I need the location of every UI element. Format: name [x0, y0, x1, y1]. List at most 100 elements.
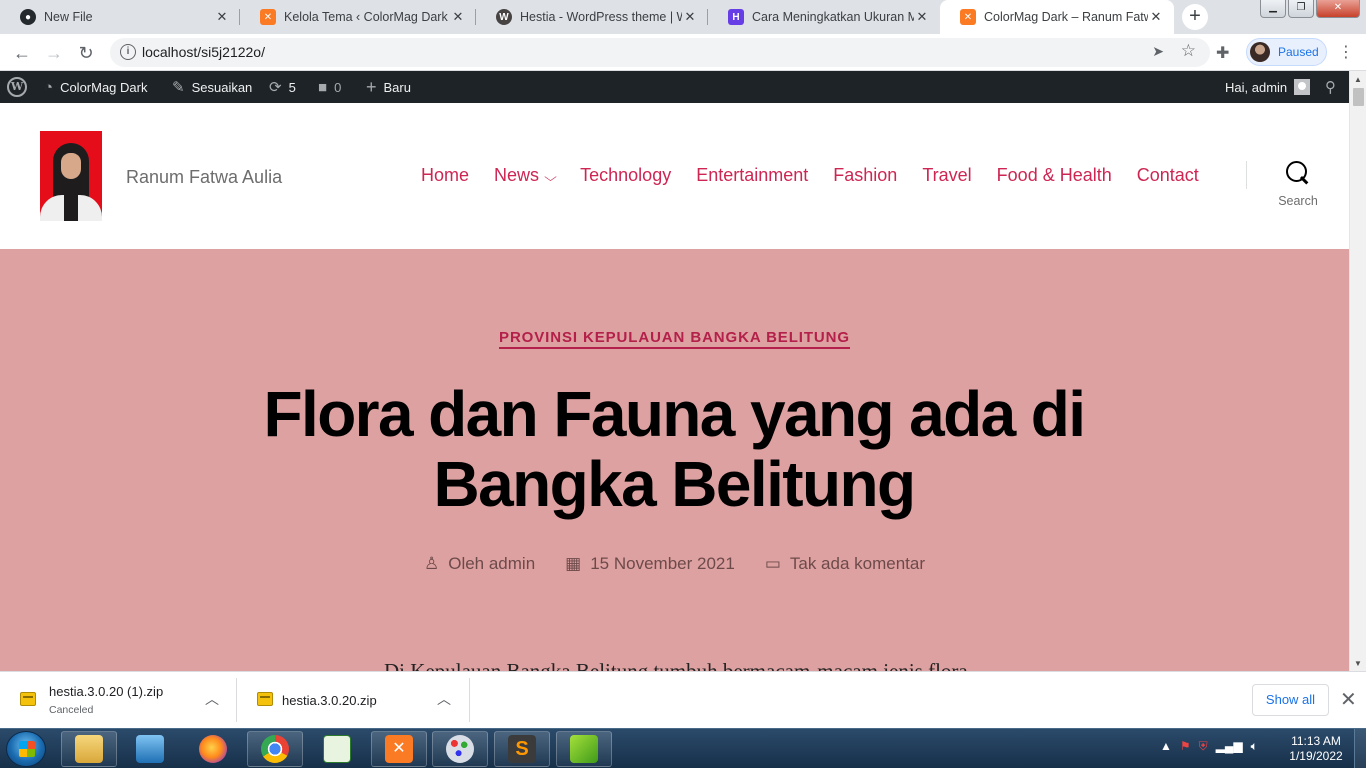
- nav-item-technology[interactable]: Technology: [580, 165, 671, 186]
- show-desktop-button[interactable]: [1354, 729, 1366, 768]
- close-window-button[interactable]: ✕: [1316, 0, 1360, 18]
- nav-item-fashion[interactable]: Fashion: [833, 165, 897, 186]
- nav-item-travel[interactable]: Travel: [922, 165, 971, 186]
- network-signal-icon[interactable]: ▂▄▆: [1216, 739, 1243, 754]
- nav-label: News: [494, 165, 540, 185]
- wp-logo-menu[interactable]: W: [7, 71, 27, 103]
- nav-label: Food & Health: [996, 165, 1112, 185]
- admin-new[interactable]: + Baru: [366, 71, 411, 103]
- profile-button[interactable]: Paused: [1246, 38, 1327, 66]
- site-info-icon[interactable]: i: [120, 44, 136, 60]
- taskbar-sublime-text[interactable]: S: [494, 731, 550, 767]
- admin-customize[interactable]: ✎ Sesuaikan: [172, 71, 252, 103]
- download-shelf: hestia.3.0.20 (1).zip Canceled ︿ hestia.…: [0, 671, 1366, 728]
- reload-button[interactable]: ↻: [74, 41, 98, 65]
- comments-count: 0: [334, 79, 342, 95]
- nav-item-entertainment[interactable]: Entertainment: [696, 165, 808, 186]
- tab-close-icon[interactable]: ✕: [1148, 9, 1164, 25]
- page-scrollbar[interactable]: ▲ ▼: [1349, 71, 1366, 671]
- windows-logo-icon: [19, 741, 35, 757]
- post-comments-link[interactable]: Tak ada komentar: [790, 554, 925, 574]
- xampp-icon: ✕: [385, 735, 413, 763]
- tab-title: ColorMag Dark – Ranum Fatwa: [984, 10, 1148, 24]
- site-logo[interactable]: [40, 131, 102, 221]
- hostinger-icon: H: [728, 9, 744, 25]
- download-item[interactable]: hestia.3.0.20 (1).zip Canceled ︿: [0, 672, 237, 728]
- tab-new-file[interactable]: ● New File ✕: [0, 0, 240, 34]
- admin-site-name[interactable]: ◔ ColorMag Dark: [44, 71, 147, 103]
- system-tray: ▲ ⚑ ⛨ ▂▄▆ 🔈︎: [1160, 739, 1258, 754]
- plus-icon: +: [366, 76, 377, 97]
- taskbar-network-app[interactable]: [309, 731, 365, 767]
- tab-colormag-dark[interactable]: ✕ ColorMag Dark – Ranum Fatwa ✕: [940, 0, 1174, 34]
- taskbar-chrome[interactable]: [247, 731, 303, 767]
- nav-item-food-health[interactable]: Food & Health: [997, 165, 1112, 186]
- maximize-button[interactable]: ❐: [1288, 0, 1314, 18]
- bookmark-star-icon[interactable]: ☆: [1181, 41, 1196, 61]
- taskbar-paint[interactable]: [432, 731, 488, 767]
- windows-taskbar: ✕ S ▲ ⚑ ⛨ ▂▄▆ 🔈︎ 11:13 AM 1/19/2022: [0, 728, 1366, 768]
- system-clock[interactable]: 11:13 AM 1/19/2022: [1284, 734, 1348, 764]
- minimize-button[interactable]: ▁: [1260, 0, 1286, 18]
- action-center-flag-icon[interactable]: ⚑: [1180, 739, 1191, 754]
- chevron-up-icon[interactable]: ︿: [437, 689, 451, 709]
- nav-item-news[interactable]: News ⌵: [494, 165, 557, 186]
- new-tab-button[interactable]: +: [1182, 4, 1208, 30]
- scrollbar-thumb[interactable]: [1353, 88, 1364, 106]
- chevron-up-icon[interactable]: ︿: [205, 689, 219, 709]
- taskbar-xampp[interactable]: ✕: [371, 731, 427, 767]
- download-separator: [469, 678, 470, 722]
- tab-kelola-tema[interactable]: ✕ Kelola Tema ‹ ColorMag Dark — ✕: [240, 0, 476, 34]
- site-header: Ranum Fatwa Aulia Home News ⌵ Technology …: [0, 103, 1349, 249]
- nav-label: Home: [421, 165, 470, 185]
- header-search-toggle[interactable]: Search: [1270, 161, 1326, 208]
- nav-item-contact[interactable]: Contact: [1137, 165, 1199, 186]
- nav-label: Travel: [922, 165, 972, 185]
- taskbar-explorer[interactable]: [61, 731, 117, 767]
- site-title[interactable]: Ranum Fatwa Aulia: [126, 167, 282, 188]
- start-button[interactable]: [6, 731, 46, 767]
- taskbar-firefox[interactable]: [185, 731, 241, 767]
- category-link[interactable]: PROVINSI KEPULAUAN BANGKA BELITUNG: [499, 329, 850, 349]
- post-header: PROVINSI KEPULAUAN BANGKA BELITUNG Flora…: [0, 249, 1349, 683]
- clock-time: 11:13 AM: [1291, 734, 1341, 748]
- taskbar-media-player[interactable]: [122, 731, 178, 767]
- tab-close-icon[interactable]: ✕: [450, 9, 466, 25]
- volume-icon[interactable]: 🔈︎: [1251, 739, 1258, 754]
- download-item[interactable]: hestia.3.0.20.zip ︿: [237, 672, 470, 728]
- address-bar[interactable]: i localhost/si5j2122o/ ➤ ☆: [110, 38, 1210, 67]
- tab-cara-meningkatkan[interactable]: H Cara Meningkatkan Ukuran Ma: ✕: [708, 0, 940, 34]
- tab-hestia[interactable]: W Hestia - WordPress theme | Wor ✕: [476, 0, 708, 34]
- clock-date: 1/19/2022: [1289, 749, 1343, 763]
- tab-close-icon[interactable]: ✕: [214, 9, 230, 25]
- admin-customize-label: Sesuaikan: [191, 79, 253, 95]
- tab-close-icon[interactable]: ✕: [914, 9, 930, 25]
- post-meta: ♙ Oleh admin ▦ 15 November 2021 ▭ Tak ad…: [0, 554, 1349, 574]
- admin-search[interactable]: ⚲: [1325, 71, 1336, 103]
- browser-menu-icon[interactable]: ⋮: [1338, 42, 1354, 62]
- admin-account[interactable]: Hai, admin: [1225, 71, 1311, 103]
- download-status: Canceled: [49, 704, 94, 716]
- browser-toolbar: ← → ↻ i localhost/si5j2122o/ ➤ ☆ ✚ Pause…: [0, 34, 1366, 71]
- send-tab-icon[interactable]: ➤: [1152, 43, 1164, 60]
- post-date-link[interactable]: 15 November 2021: [590, 554, 735, 574]
- show-all-downloads-button[interactable]: Show all: [1252, 684, 1329, 716]
- url-text[interactable]: localhost/si5j2122o/: [142, 44, 265, 60]
- nav-item-home[interactable]: Home: [421, 165, 469, 186]
- primary-menu: Home News ⌵ Technology Entertainment Fash…: [421, 165, 1199, 186]
- taskbar-app[interactable]: [556, 731, 612, 767]
- security-icon[interactable]: ⛨: [1199, 739, 1208, 754]
- back-button[interactable]: ←: [10, 41, 34, 65]
- scroll-up-arrow-icon[interactable]: ▲: [1354, 75, 1362, 84]
- post-date: ▦ 15 November 2021: [565, 554, 735, 574]
- show-hidden-icons-icon[interactable]: ▲: [1160, 739, 1172, 754]
- post-author-link[interactable]: Oleh admin: [448, 554, 535, 574]
- admin-comments[interactable]: ■ 0: [318, 71, 341, 103]
- admin-updates[interactable]: ⟳ 5: [269, 71, 296, 103]
- scroll-down-arrow-icon[interactable]: ▼: [1354, 659, 1362, 668]
- tab-close-icon[interactable]: ✕: [682, 9, 698, 25]
- forward-button[interactable]: →: [42, 41, 66, 65]
- close-shelf-icon[interactable]: ✕: [1340, 687, 1357, 712]
- admin-new-label: Baru: [383, 79, 411, 95]
- extensions-puzzle-icon[interactable]: ✚: [1216, 43, 1229, 63]
